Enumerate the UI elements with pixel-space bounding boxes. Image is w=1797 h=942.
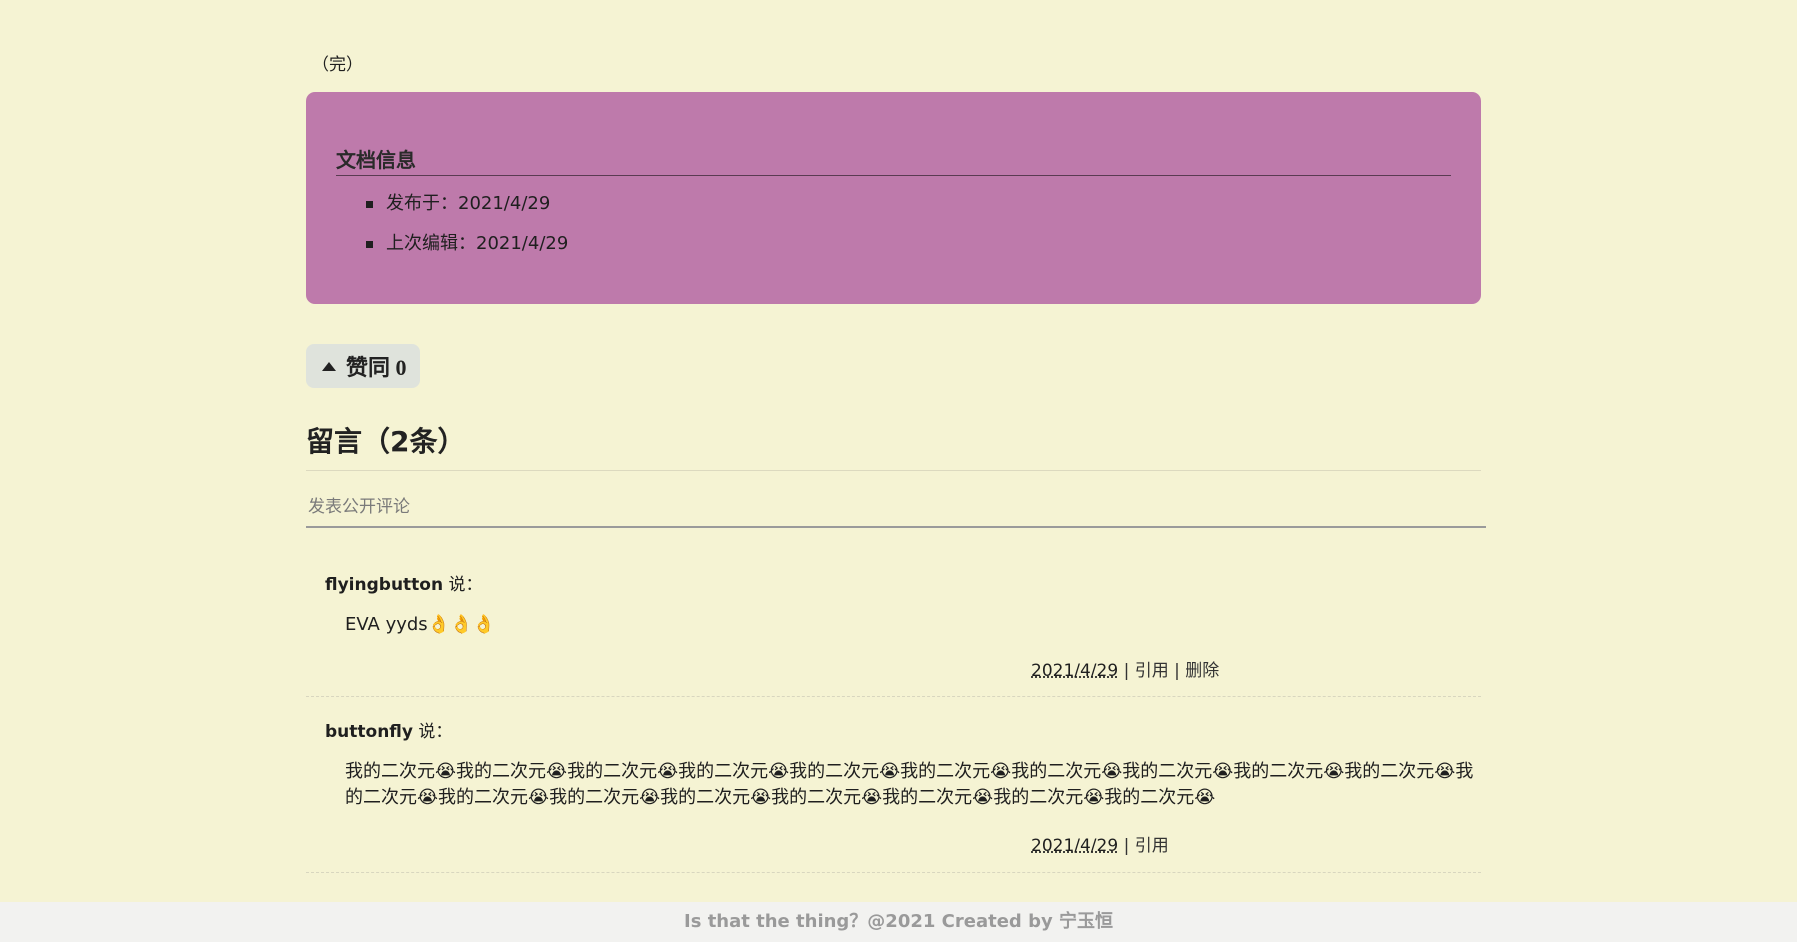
published-date: 发布于：2021/4/29 [366, 190, 1451, 230]
edited-date: 上次编辑：2021/4/29 [366, 230, 1451, 270]
comment-date: 2021/4/29 [1031, 836, 1119, 856]
comment-meta: 2021/4/29 | 引用 [1031, 836, 1169, 856]
quote-link[interactable]: 引用 [1135, 836, 1169, 856]
comments-title: 留言（2条） [306, 420, 1481, 471]
comment-author-line: buttonfly 说： [325, 722, 453, 742]
bullet-icon [366, 241, 373, 248]
doc-info-title: 文档信息 [336, 144, 1451, 176]
upvote-arrow-icon [322, 361, 336, 371]
comment-body: 我的二次元😭我的二次元😭我的二次元😭我的二次元😭我的二次元😭我的二次元😭我的二次… [345, 761, 1474, 808]
comment-date: 2021/4/29 [1031, 661, 1119, 681]
like-label: 赞同 0 [346, 355, 407, 380]
doc-info-box: 文档信息 发布于：2021/4/29 上次编辑：2021/4/29 [306, 92, 1481, 304]
comment-author[interactable]: buttonfly [325, 722, 413, 742]
doc-info-list: 发布于：2021/4/29 上次编辑：2021/4/29 [336, 190, 1451, 270]
delete-link[interactable]: 删除 [1185, 661, 1219, 681]
comment-author[interactable]: flyingbutton [325, 575, 443, 595]
footer: Is that the thing？@2021 Created by 宁玉恒 [0, 902, 1797, 942]
comment-input[interactable] [306, 488, 1486, 528]
comment-meta: 2021/4/29 | 引用 | 删除 [1031, 661, 1220, 681]
comment-author-line: flyingbutton 说： [325, 575, 483, 595]
quote-link[interactable]: 引用 [1135, 661, 1169, 681]
bullet-icon [366, 201, 373, 208]
like-button[interactable]: 赞同 0 [306, 344, 420, 388]
comment-body: EVA yyds👌👌👌 [345, 614, 495, 635]
comment-item: buttonfly 说： 我的二次元😭我的二次元😭我的二次元😭我的二次元😭我的二… [306, 697, 1481, 873]
end-mark: （完） [312, 55, 363, 75]
comment-item: flyingbutton 说： EVA yyds👌👌👌 2021/4/29 | … [306, 560, 1481, 697]
